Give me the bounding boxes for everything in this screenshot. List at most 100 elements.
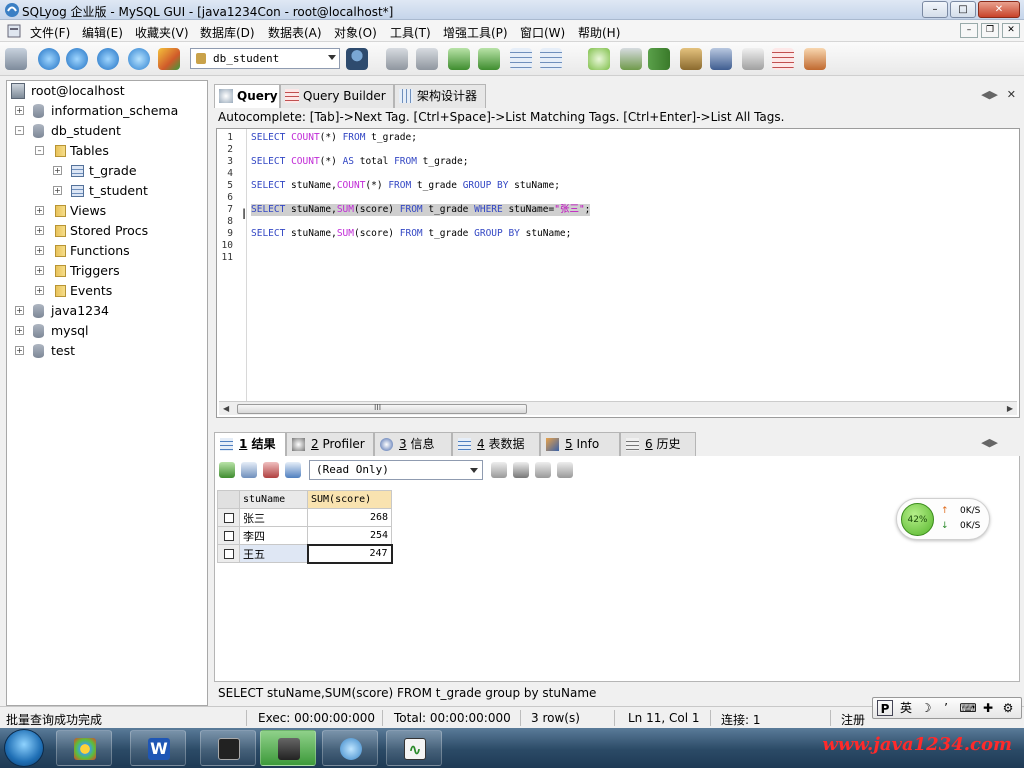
result-mode-select[interactable]: (Read Only) bbox=[309, 460, 483, 480]
tree-folder-views[interactable]: + Views bbox=[11, 201, 201, 221]
tree-folder-stored-procs[interactable]: + Stored Procs bbox=[11, 221, 201, 241]
schema-icon[interactable] bbox=[540, 48, 562, 70]
scheduler-icon[interactable] bbox=[680, 48, 702, 70]
column-header[interactable]: SUM(score) bbox=[307, 490, 392, 509]
sql-editor[interactable]: 1 2 3 4 5 6 7 8 9 10 11 SELECT COUNT(*) … bbox=[216, 128, 1020, 418]
table-cell[interactable]: 254 bbox=[307, 526, 392, 545]
table-cell[interactable]: 王五 bbox=[239, 544, 308, 563]
tab-query-builder[interactable]: Query Builder bbox=[280, 84, 394, 108]
menu-help[interactable]: 帮助(H) bbox=[578, 24, 620, 41]
taskbar-app-sqlyog[interactable] bbox=[260, 730, 316, 766]
tab-query[interactable]: Query bbox=[214, 84, 280, 108]
table-cell[interactable]: 张三 bbox=[239, 508, 308, 527]
tree-table-t-grade[interactable]: + t_grade bbox=[11, 161, 201, 181]
taskbar-app-photos[interactable] bbox=[56, 730, 112, 766]
mdi-close-button[interactable]: ✕ bbox=[1002, 23, 1020, 38]
collapse-icon[interactable]: – bbox=[15, 126, 24, 135]
taskbar-app-word[interactable]: W bbox=[130, 730, 186, 766]
expand-icon[interactable]: + bbox=[15, 106, 24, 115]
tab-scroll-arrows[interactable]: ◀▶ bbox=[981, 436, 998, 449]
table-row[interactable]: 王五 247 bbox=[217, 543, 393, 564]
tree-folder-tables[interactable]: – Tables bbox=[11, 141, 201, 161]
result-text-view-icon[interactable] bbox=[513, 462, 529, 478]
menu-window[interactable]: 窗口(W) bbox=[520, 24, 565, 41]
notification-icon[interactable] bbox=[710, 48, 732, 70]
ime-logo-icon[interactable]: P bbox=[877, 700, 893, 716]
tab-profiler[interactable]: 2 Profiler bbox=[286, 432, 374, 456]
collapse-icon[interactable]: – bbox=[35, 146, 44, 155]
taskbar-app-recorder[interactable]: ∿ bbox=[386, 730, 442, 766]
alter-database-icon[interactable] bbox=[416, 48, 438, 70]
windows-start-icon[interactable] bbox=[4, 729, 44, 767]
table-row[interactable]: 李四 254 bbox=[217, 526, 392, 545]
ime-punctuation-icon[interactable]: ☽ bbox=[917, 700, 935, 716]
stop-icon[interactable] bbox=[158, 48, 180, 70]
menu-object[interactable]: 对象(O) bbox=[334, 24, 377, 41]
scroll-left-icon[interactable]: ◀ bbox=[223, 404, 229, 413]
tree-db-db-student[interactable]: – db_student bbox=[11, 121, 201, 141]
ime-tools-icon[interactable]: ✚ bbox=[979, 700, 997, 716]
table-cell[interactable]: 247 bbox=[306, 543, 393, 564]
mdi-minimize-button[interactable]: – bbox=[960, 23, 978, 38]
scroll-right-icon[interactable]: ▶ bbox=[1007, 404, 1013, 413]
tab-messages[interactable]: 3 信息 bbox=[374, 432, 452, 456]
tab-table-data[interactable]: 4 表数据 bbox=[452, 432, 540, 456]
row-checkbox[interactable] bbox=[217, 544, 240, 563]
tab-history[interactable]: 6 历史 bbox=[620, 432, 696, 456]
ime-settings-icon[interactable]: ⚙ bbox=[999, 700, 1017, 716]
expand-icon[interactable]: + bbox=[35, 266, 44, 275]
menu-tools[interactable]: 工具(T) bbox=[390, 24, 431, 41]
tab-result[interactable]: 1 结果 bbox=[214, 432, 286, 456]
execute-all-icon[interactable] bbox=[66, 48, 88, 70]
taskbar-app-mysql[interactable] bbox=[322, 730, 378, 766]
expand-icon[interactable]: + bbox=[53, 186, 62, 195]
tab-info[interactable]: 5 Info bbox=[540, 432, 620, 456]
tree-table-t-student[interactable]: + t_student bbox=[11, 181, 201, 201]
table-cell[interactable]: 268 bbox=[307, 508, 392, 527]
mdi-restore-button[interactable]: ❐ bbox=[981, 23, 999, 38]
tree-db-mysql[interactable]: + mysql bbox=[11, 321, 201, 341]
result-grid-view-icon[interactable] bbox=[491, 462, 507, 478]
expand-icon[interactable]: + bbox=[15, 346, 24, 355]
tree-db-test[interactable]: + test bbox=[11, 341, 201, 361]
sync-icon[interactable] bbox=[588, 48, 610, 70]
create-database-icon[interactable] bbox=[386, 48, 408, 70]
menu-file[interactable]: 文件(F) bbox=[30, 24, 70, 41]
taskbar-app-terminal[interactable] bbox=[200, 730, 256, 766]
import-icon[interactable] bbox=[448, 48, 470, 70]
scroll-thumb[interactable]: III bbox=[237, 403, 527, 414]
tree-db-information-schema[interactable]: + information_schema bbox=[11, 101, 201, 121]
tab-scroll-arrows[interactable]: ◀▶ bbox=[981, 88, 998, 101]
expand-icon[interactable]: + bbox=[15, 306, 24, 315]
menu-favorites[interactable]: 收藏夹(V) bbox=[135, 24, 189, 41]
process-list-icon[interactable] bbox=[742, 48, 764, 70]
result-form-view-icon[interactable] bbox=[535, 462, 551, 478]
menu-powertools[interactable]: 增强工具(P) bbox=[443, 24, 508, 41]
maximize-button[interactable]: □ bbox=[950, 1, 976, 18]
backup-icon[interactable] bbox=[620, 48, 642, 70]
report-icon[interactable] bbox=[772, 48, 794, 70]
register-link[interactable]: 注册 bbox=[841, 711, 865, 728]
result-filter-icon[interactable] bbox=[557, 462, 573, 478]
export-icon[interactable] bbox=[478, 48, 500, 70]
delete-row-icon[interactable] bbox=[263, 462, 279, 478]
ime-mode-toggle[interactable]: 英 bbox=[897, 700, 915, 716]
query-builder-icon[interactable] bbox=[804, 48, 826, 70]
network-speed-widget[interactable]: 42% ↑ 0K/S ↓ 0K/S bbox=[896, 498, 990, 540]
ime-keyboard-icon[interactable]: ⌨ bbox=[959, 700, 977, 716]
tab-schema-designer[interactable]: 架构设计器 bbox=[394, 84, 486, 108]
user-manager-icon[interactable] bbox=[346, 48, 368, 70]
table-row[interactable]: 张三 268 bbox=[217, 508, 392, 527]
close-tab-icon[interactable]: ✕ bbox=[1007, 88, 1016, 101]
expand-icon[interactable]: + bbox=[15, 326, 24, 335]
expand-icon[interactable]: + bbox=[53, 166, 62, 175]
save-row-icon[interactable] bbox=[285, 462, 301, 478]
select-all-corner[interactable] bbox=[217, 490, 240, 509]
menu-table[interactable]: 数据表(A) bbox=[268, 24, 322, 41]
menu-database[interactable]: 数据库(D) bbox=[200, 24, 255, 41]
expand-icon[interactable]: + bbox=[35, 206, 44, 215]
execute-query-icon[interactable] bbox=[38, 48, 60, 70]
close-button[interactable]: ✕ bbox=[978, 1, 1020, 18]
tree-folder-triggers[interactable]: + Triggers bbox=[11, 261, 201, 281]
tree-db-java1234[interactable]: + java1234 bbox=[11, 301, 201, 321]
